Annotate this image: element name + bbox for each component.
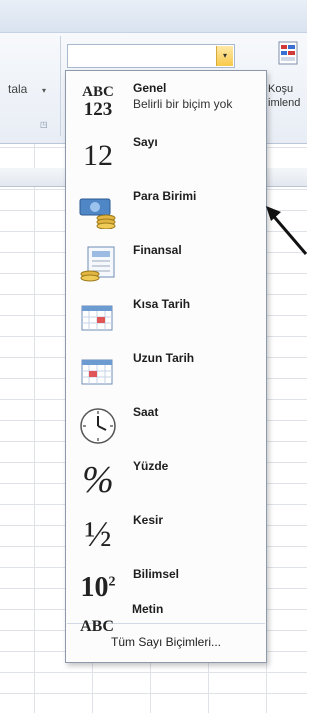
cond-format-label-line1: Koşu — [268, 83, 294, 95]
clock-icon — [75, 405, 121, 447]
number-format-combo[interactable]: ▾ — [67, 44, 235, 68]
menu-item-currency[interactable]: Para Birimi — [69, 183, 263, 237]
menu-item-label: Bilimsel — [133, 567, 180, 581]
percent-icon: % — [75, 459, 121, 501]
menu-item-time[interactable]: Saat — [69, 399, 263, 453]
menu-item-financial[interactable]: Finansal — [69, 237, 263, 291]
number-format-menu: ABC 123 Genel Belirli bir biçim yok 12 S… — [65, 70, 267, 663]
abc-glyph: ABC — [82, 84, 114, 100]
ribbon-tab-strip — [0, 0, 307, 33]
short-date-icon — [75, 297, 121, 339]
menu-item-label: Uzun Tarih — [133, 351, 195, 365]
text-glyph: ABC — [80, 618, 114, 635]
menu-item-label: Finansal — [133, 243, 182, 257]
menu-item-short-date[interactable]: Kısa Tarih — [69, 291, 263, 345]
fraction-icon: ½ — [75, 513, 121, 555]
fraction-glyph: ½ — [84, 514, 112, 554]
menu-item-long-date[interactable]: Uzun Tarih — [69, 345, 263, 399]
menu-item-label: Kesir — [133, 513, 164, 527]
chevron-down-icon[interactable]: ▾ — [42, 86, 46, 95]
long-date-icon — [75, 351, 121, 393]
menu-item-general[interactable]: ABC 123 Genel Belirli bir biçim yok — [69, 75, 263, 129]
chevron-down-icon: ▾ — [222, 51, 227, 60]
menu-item-fraction[interactable]: ½ Kesir — [69, 507, 263, 561]
cond-format-label-line2: imlend — [268, 97, 301, 109]
digits-glyph: 123 — [83, 99, 113, 120]
abc123-icon: ABC 123 — [75, 81, 121, 123]
percent-glyph: % — [82, 459, 114, 501]
conditional-formatting-icon[interactable] — [277, 40, 301, 70]
group-divider — [60, 36, 61, 136]
menu-item-label: Para Birimi — [133, 189, 197, 203]
text-icon: ABC — [74, 612, 120, 642]
number-icon: 12 — [75, 135, 121, 177]
menu-item-text[interactable]: ABC Metin — [68, 598, 262, 648]
menu-item-description: Belirli bir biçim yok — [133, 97, 233, 111]
combo-dropdown-button[interactable]: ▾ — [216, 46, 233, 66]
menu-item-label: Saat — [133, 405, 159, 419]
number-glyph: 12 — [83, 139, 113, 172]
menu-item-label: Metin — [132, 602, 164, 616]
menu-item-label: Sayı — [133, 135, 158, 149]
exponent-glyph: 2 — [108, 574, 116, 590]
dialog-launcher-icon[interactable]: ◳ — [40, 120, 50, 130]
alignment-group-label[interactable]: tala — [8, 82, 27, 96]
menu-item-number[interactable]: 12 Sayı — [69, 129, 263, 183]
menu-item-label: Yüzde — [133, 459, 169, 473]
financial-icon — [75, 243, 121, 285]
currency-icon — [75, 189, 121, 231]
conditional-formatting-label[interactable]: Koşu imlend — [268, 82, 300, 110]
menu-item-label: Kısa Tarih — [133, 297, 191, 311]
menu-item-label: Genel — [133, 81, 167, 95]
callout-arrow-icon — [266, 206, 307, 255]
menu-item-percentage[interactable]: % Yüzde — [69, 453, 263, 507]
